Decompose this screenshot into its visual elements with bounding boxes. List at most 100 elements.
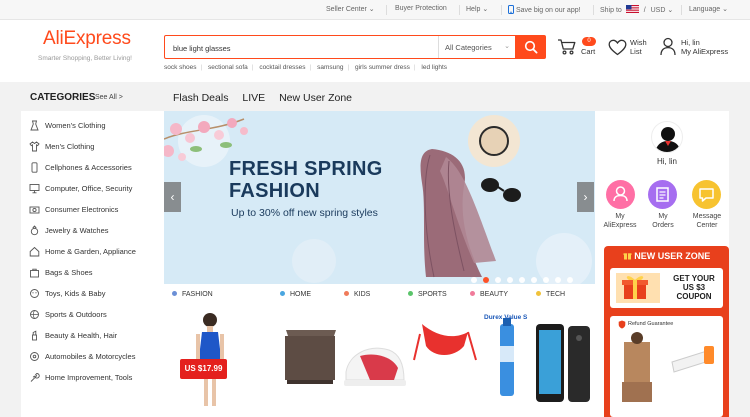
sidebar-item-jewelry[interactable]: Jewelry & Watches — [21, 221, 164, 241]
carousel-dot[interactable] — [519, 277, 525, 283]
red-sneaker — [344, 347, 406, 386]
user-greeting: Hi, lin — [656, 157, 677, 166]
coupon-card[interactable]: GET YOUR US $3 COUPON — [610, 268, 723, 308]
my-orders-button[interactable] — [648, 180, 677, 209]
coupon-gift-icon — [616, 273, 660, 303]
sidebar-item-automobiles[interactable]: Automobiles & Motorcycles — [21, 347, 164, 367]
product-images — [196, 313, 590, 406]
refund-guarantee-label: Refund Guarantee — [628, 321, 674, 327]
carousel-dot[interactable] — [495, 277, 501, 283]
help-menu[interactable]: Help ⌄ — [466, 5, 488, 13]
carousel-dot[interactable] — [567, 277, 573, 283]
app-promo-label: Save big on our app! — [515, 7, 581, 14]
category-link-fashion[interactable]: FASHION — [172, 291, 213, 298]
hot-search-link[interactable]: sectional sofa — [208, 64, 248, 71]
sidebar-item-womens-clothing[interactable]: Women's Clothing — [21, 116, 164, 136]
carousel-dot[interactable] — [555, 277, 561, 283]
sidebar-item-mens-clothing[interactable]: Men's Clothing — [21, 137, 164, 157]
new-user-zone-panel[interactable]: NEW USER ZONE GET YOUR US $3 COUPON Refund… — [604, 246, 729, 417]
hot-search-link[interactable]: sock shoes — [164, 64, 197, 71]
sidebar-item-beauty-health[interactable]: Beauty & Health, Hair — [21, 326, 164, 346]
quick-link-line: Orders — [652, 222, 674, 229]
hero-banner[interactable]: FRESH SPRING FASHION Up to 30% off new sp… — [164, 111, 595, 284]
hot-search-list: sock shoes | sectional sofa | cocktail dre… — [164, 64, 448, 71]
chevron-down-icon: ⌄ — [504, 43, 510, 50]
carousel-dot[interactable] — [543, 277, 549, 283]
sidebar-item-cellphones[interactable]: Cellphones & Accessories — [21, 158, 164, 178]
tab-live[interactable]: LIVE — [242, 92, 265, 104]
language-selector[interactable]: Language ⌄ — [689, 5, 728, 13]
sidebar-item-toys-kids[interactable]: Toys, Kids & Baby — [21, 284, 164, 304]
bullet-dot — [536, 291, 541, 296]
category-link-sports[interactable]: SPORTS — [408, 291, 447, 298]
category-sidebar: Women's Clothing Men's Clothing Cellphon… — [21, 111, 164, 417]
sidebar-item-bags-shoes[interactable]: Bags & Shoes — [21, 263, 164, 283]
see-all-link[interactable]: See All > — [95, 94, 123, 101]
my-aliexpress-button[interactable] — [606, 180, 635, 209]
search-category-select[interactable]: All Categories ⌄ — [438, 36, 516, 58]
hot-search-link[interactable]: cocktail dresses — [259, 64, 305, 71]
bag-icon — [30, 268, 39, 278]
sidebar-item-label: Men's Clothing — [45, 142, 95, 151]
avatar[interactable] — [651, 121, 683, 153]
tab-flash-deals[interactable]: Flash Deals — [173, 92, 228, 104]
refund-products-image — [622, 332, 714, 402]
sidebar-item-label: Women's Clothing — [45, 121, 106, 130]
user-icon[interactable] — [660, 37, 676, 56]
quick-link-line: Message — [692, 213, 722, 220]
sidebar-item-label: Computer, Office, Security — [45, 184, 133, 193]
language-label: Language — [689, 6, 721, 13]
my-aliexpress-label[interactable]: My AliExpress — [600, 212, 640, 230]
carousel-dot[interactable] — [531, 277, 537, 283]
categories-title: CATEGORIES — [30, 92, 96, 103]
aliexpress-logo[interactable]: AliExpress — [43, 28, 131, 50]
sidebar-item-computer-office[interactable]: Computer, Office, Security — [21, 179, 164, 199]
category-link-beauty[interactable]: BEAUTY — [470, 291, 508, 298]
sidebar-item-home-garden[interactable]: Home & Garden, Appliance — [21, 242, 164, 262]
sidebar-item-sports-outdoors[interactable]: Sports & Outdoors — [21, 305, 164, 325]
search-button[interactable] — [516, 35, 546, 59]
account-menu[interactable]: Hi, lin My AliExpress — [681, 38, 728, 56]
currency-label: USD — [650, 7, 666, 14]
app-promo-link[interactable]: Save big on our app! — [508, 5, 581, 14]
refund-guarantee-card[interactable]: Refund Guarantee — [610, 316, 723, 417]
coupon-line: GET YOUR — [673, 274, 715, 283]
message-center-button[interactable] — [692, 180, 721, 209]
banner-next-arrow[interactable]: › — [577, 182, 594, 212]
quick-link-line: Center — [696, 222, 718, 229]
carousel-dot[interactable] — [507, 277, 513, 283]
category-link-home[interactable]: HOME — [280, 291, 311, 298]
red-swimwear — [413, 324, 477, 361]
wish-list-label[interactable]: Wish List — [630, 38, 647, 56]
carousel-dot-active[interactable] — [483, 277, 489, 283]
sidebar-item-home-improvement[interactable]: Home Improvement, Tools — [21, 368, 164, 388]
carousel-dot[interactable] — [471, 277, 477, 283]
sidebar-item-label: Sports & Outdoors — [45, 310, 107, 319]
category-link-kids[interactable]: KIDS — [344, 291, 370, 298]
seller-center-link[interactable]: Seller Center ⌄ — [326, 5, 375, 13]
hot-search-link[interactable]: girls summer dress — [355, 64, 410, 71]
quick-link-line: My — [658, 213, 668, 220]
banner-prev-arrow[interactable]: ‹ — [164, 182, 181, 212]
logo-tagline: Smarter Shopping, Better Living! — [38, 55, 132, 62]
bullet-dot — [408, 291, 413, 296]
hot-search-link[interactable]: led lights — [421, 64, 447, 71]
cart-icon[interactable] — [557, 38, 577, 56]
hot-search-link[interactable]: samsung — [317, 64, 343, 71]
quick-link-line: My — [615, 213, 625, 220]
heart-icon[interactable] — [608, 39, 627, 56]
bullet-dot — [470, 291, 475, 296]
sidebar-item-consumer-electronics[interactable]: Consumer Electronics — [21, 200, 164, 220]
tab-new-user-zone[interactable]: New User Zone — [279, 92, 352, 104]
ship-to-selector[interactable]: Ship to / USD ⌄ — [600, 5, 673, 14]
banner-headline: FRESH SPRING FASHION — [229, 158, 383, 202]
buyer-protection-link[interactable]: Buyer Protection — [395, 5, 447, 12]
category-link-label: BEAUTY — [480, 291, 509, 298]
cart-label[interactable]: Cart — [581, 47, 595, 56]
search-input[interactable] — [173, 41, 433, 55]
help-label: Help — [466, 6, 481, 13]
category-link-tech[interactable]: TECH — [536, 291, 565, 298]
wheel-icon — [30, 352, 39, 361]
my-orders-label[interactable]: My Orders — [643, 212, 683, 230]
message-center-label[interactable]: Message Center — [687, 212, 727, 230]
